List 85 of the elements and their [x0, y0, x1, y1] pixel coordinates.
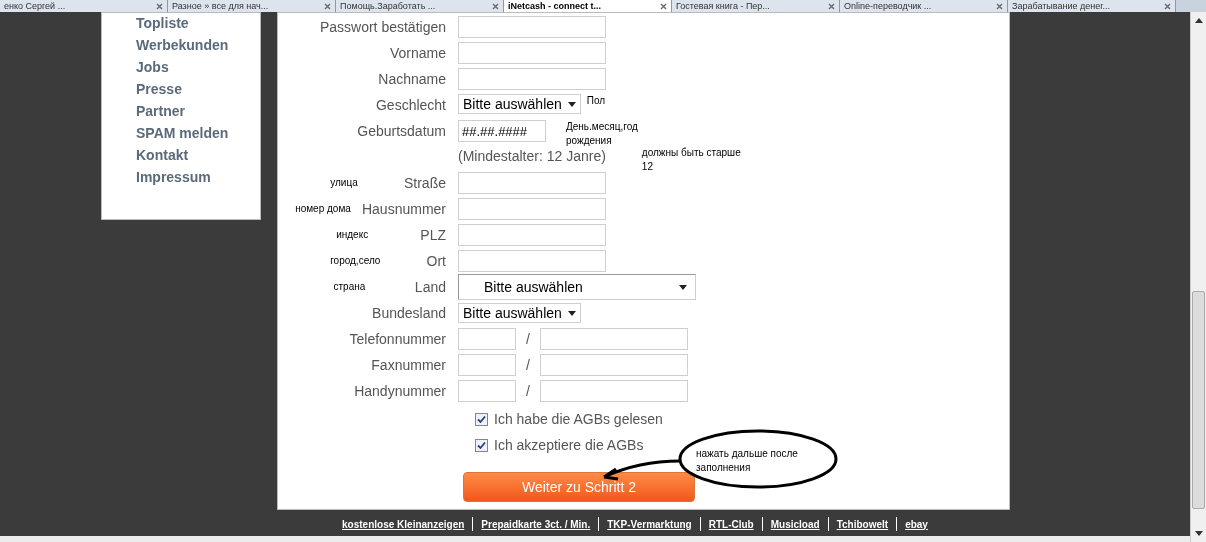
- caret-icon: [567, 101, 576, 107]
- handwritten-note: страна: [332, 280, 367, 294]
- caret-icon: [679, 284, 687, 290]
- text-input-field[interactable]: [458, 172, 606, 194]
- close-icon[interactable]: [492, 2, 499, 10]
- handwritten-note: город,село: [329, 254, 382, 268]
- sidebar-link[interactable]: SPAM melden: [136, 123, 260, 145]
- footer-link[interactable]: Tchibowelt: [836, 516, 889, 532]
- field-label: Hausnummer: [361, 199, 446, 219]
- field-label: Passwort bestätigen: [319, 17, 446, 37]
- field-label: Nachname: [378, 69, 446, 89]
- area-code-field[interactable]: [458, 380, 516, 402]
- browser-tab[interactable]: Online-переводчик ...: [840, 0, 1008, 12]
- hint-text: (Mindestalter: 12 Janre): [458, 147, 606, 166]
- date-input-field[interactable]: ##.##.####: [458, 120, 546, 142]
- field-label: Bundesland: [372, 303, 446, 323]
- handwritten-note: улица: [329, 176, 359, 190]
- handwritten-note: должны быть старше 12: [641, 146, 742, 174]
- footer-link[interactable]: Musicload: [770, 516, 820, 532]
- sidebar-link[interactable]: Impressum: [136, 167, 260, 189]
- field-label: Geschlecht: [375, 95, 446, 115]
- callout-text: нажать дальше после заполнения: [696, 447, 799, 475]
- sidebar-link[interactable]: Werbekunden: [136, 35, 260, 57]
- footer-link[interactable]: ebay: [905, 516, 928, 532]
- field-label: Geburtsdatum: [357, 121, 446, 141]
- scroll-down-icon[interactable]: [1194, 531, 1203, 536]
- text-input-field[interactable]: [458, 250, 606, 272]
- separator-text: /: [525, 329, 531, 349]
- text-input-field[interactable]: [458, 42, 606, 64]
- sidebar-link[interactable]: Jobs: [136, 57, 260, 79]
- handwritten-note: индекс: [335, 228, 370, 242]
- close-icon[interactable]: [324, 2, 331, 10]
- field-label: Land: [414, 277, 446, 297]
- close-icon[interactable]: [156, 2, 163, 10]
- browser-tab[interactable]: Зарабатывание денег...: [1008, 0, 1176, 12]
- field-label: Faxnummer: [371, 355, 446, 375]
- text-input-field[interactable]: [458, 16, 606, 38]
- dropdown-select[interactable]: Bitte auswählen: [458, 274, 696, 300]
- close-icon[interactable]: [828, 2, 835, 10]
- footer-link[interactable]: TKP-Vermarktung: [607, 516, 692, 532]
- browser-tab[interactable]: iNetcash - connect t...: [504, 0, 672, 12]
- close-icon[interactable]: [1164, 2, 1171, 10]
- footer-link[interactable]: kostenlose Kleinanzeigen: [342, 516, 465, 532]
- browser-tab[interactable]: Гостевая книга - Пер...: [672, 0, 840, 12]
- browser-tab[interactable]: Помощь.Заработать ...: [336, 0, 504, 12]
- field-label: Vorname: [389, 43, 446, 63]
- handwritten-note: День.месяц,год рождения: [566, 120, 639, 148]
- sidebar-link[interactable]: Partner: [136, 101, 260, 123]
- close-icon[interactable]: [996, 2, 1003, 10]
- field-label: Ort: [426, 251, 446, 271]
- footer-link[interactable]: RTL-Club: [708, 516, 754, 532]
- text-input-field[interactable]: [458, 224, 606, 246]
- sidebar-link[interactable]: Presse: [136, 79, 260, 101]
- checkbox[interactable]: [475, 438, 488, 452]
- browser-tab[interactable]: енко Сергей ...: [0, 0, 168, 12]
- field-label: Straße: [404, 173, 446, 193]
- handwritten-note: Пол: [586, 94, 607, 108]
- checkmark-icon: [477, 414, 486, 424]
- area-code-field[interactable]: [458, 354, 516, 376]
- checkbox[interactable]: [475, 412, 488, 426]
- close-icon[interactable]: [660, 2, 667, 10]
- caret-icon: [567, 310, 576, 316]
- browser-tab[interactable]: Разное » все для нач...: [168, 0, 336, 12]
- scroll-up-icon[interactable]: [1194, 18, 1203, 23]
- sidebar-link[interactable]: Kontakt: [136, 145, 260, 167]
- phone-number-field[interactable]: [539, 328, 688, 350]
- dropdown-select[interactable]: Bitte auswählen: [458, 303, 581, 323]
- field-label: Handynummer: [354, 381, 446, 401]
- scrollbar-thumb[interactable]: [1192, 291, 1205, 509]
- checkbox-label: Ich akzeptiere die AGBs: [494, 435, 644, 455]
- text-input-field[interactable]: [458, 198, 606, 220]
- dropdown-select[interactable]: Bitte auswählen: [458, 94, 581, 114]
- checkmark-icon: [477, 440, 486, 450]
- area-code-field[interactable]: [458, 328, 516, 350]
- sidebar-link[interactable]: Topliste: [136, 13, 260, 35]
- phone-number-field[interactable]: [539, 380, 688, 402]
- separator-text: /: [525, 355, 531, 375]
- checkbox-label: Ich habe die AGBs gelesen: [494, 409, 663, 429]
- phone-number-field[interactable]: [539, 354, 688, 376]
- field-label: Telefonnummer: [349, 329, 446, 349]
- footer-link[interactable]: Prepaidkarte 3ct. / Min.: [481, 516, 591, 532]
- separator-text: /: [525, 381, 531, 401]
- text-input-field[interactable]: [458, 68, 606, 90]
- handwritten-note: номер дома: [294, 202, 352, 216]
- field-label: PLZ: [420, 225, 446, 245]
